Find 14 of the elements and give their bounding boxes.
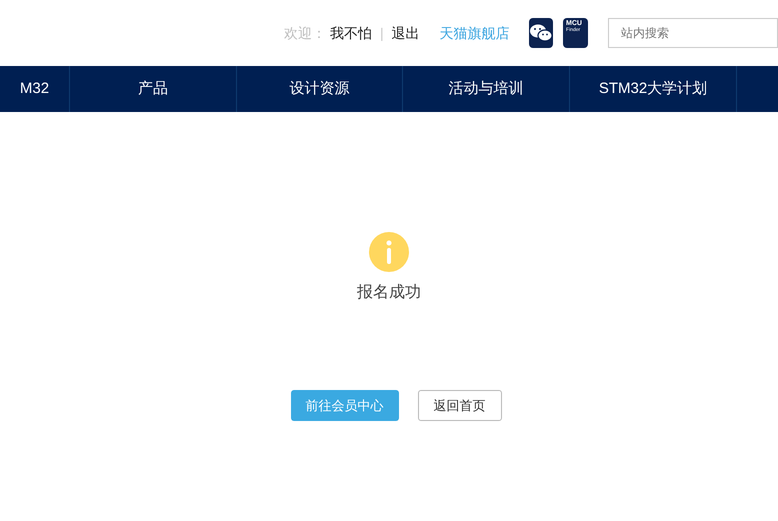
chat-icon[interactable] — [528, 18, 554, 48]
nav-item[interactable]: STM32大学计划 — [598, 78, 708, 100]
success-message: 报名成功 — [357, 282, 421, 303]
nav-item[interactable]: M32 — [20, 78, 50, 100]
username-link[interactable]: 我不怕 — [330, 22, 372, 44]
nav-item[interactable]: 活动与培训 — [448, 78, 524, 100]
nav-item[interactable]: 产品 — [138, 78, 168, 100]
home-button[interactable]: 返回首页 — [418, 390, 502, 421]
welcome-label: 欢迎： — [284, 24, 326, 42]
info-icon — [369, 232, 409, 272]
search-field[interactable]: 站内搜索 — [608, 18, 778, 48]
separator: | — [380, 24, 384, 43]
nav-item[interactable]: 设计资源 — [290, 78, 350, 100]
logout-link[interactable]: 退出 — [392, 22, 420, 44]
